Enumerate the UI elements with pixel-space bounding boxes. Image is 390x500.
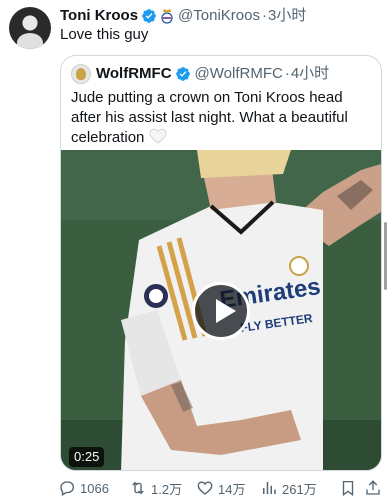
like-button[interactable]: 14万 bbox=[196, 479, 245, 498]
quoted-author-name: WolfRMFC bbox=[96, 65, 172, 82]
play-button[interactable] bbox=[192, 282, 250, 340]
views-bar-chart-icon bbox=[263, 482, 276, 494]
retweet-button[interactable]: 1.2万 bbox=[129, 479, 182, 498]
time-separator: · bbox=[261, 7, 267, 24]
author-name[interactable]: Toni Kroos bbox=[60, 6, 138, 26]
bookmark-button[interactable] bbox=[339, 479, 361, 497]
tweet-text: Love this guy bbox=[60, 26, 149, 43]
retweet-count: 1.2万 bbox=[151, 481, 183, 497]
heart-icon bbox=[197, 481, 213, 495]
retweet-icon bbox=[132, 481, 144, 495]
video-player[interactable]: Emirates FLY BETTER 0:25 bbox=[61, 150, 381, 470]
verified-badge-icon bbox=[142, 9, 156, 23]
view-count: 261万 bbox=[282, 481, 317, 497]
quoted-tweet-time: 4小时 bbox=[290, 65, 330, 82]
author-avatar[interactable] bbox=[9, 7, 51, 49]
quoted-tweet-text: Jude putting a crown on Toni Kroos head … bbox=[71, 88, 371, 148]
real-madrid-crest-icon bbox=[161, 9, 173, 24]
share-icon bbox=[366, 480, 380, 495]
white-heart-emoji-icon bbox=[149, 128, 166, 144]
quoted-tweet[interactable]: WolfRMFC @WolfRMFC · 4小时 Jude putting a … bbox=[60, 55, 382, 471]
tweet-header: Toni Kroos @ToniKroos · 3小时 bbox=[60, 6, 306, 26]
reply-count: 1066 bbox=[80, 480, 109, 496]
verified-badge-icon bbox=[175, 67, 190, 81]
share-button[interactable] bbox=[364, 479, 386, 497]
tweet-time[interactable]: 3小时 bbox=[268, 6, 306, 26]
tweet[interactable]: Toni Kroos @ToniKroos · 3小时 Love this gu… bbox=[0, 0, 390, 500]
quoted-tweet-text-content: Jude putting a crown on Toni Kroos head … bbox=[71, 89, 348, 146]
reply-icon bbox=[60, 481, 75, 496]
quoted-tweet-header: WolfRMFC @WolfRMFC · 4小时 bbox=[71, 64, 329, 84]
views-button[interactable]: 261万 bbox=[260, 479, 317, 498]
scrollbar-thumb[interactable] bbox=[384, 222, 387, 290]
video-duration: 0:25 bbox=[69, 447, 105, 467]
time-separator: · bbox=[284, 65, 290, 82]
quoted-author-avatar bbox=[71, 64, 91, 84]
bookmark-icon bbox=[342, 480, 354, 497]
reply-button[interactable]: 1066 bbox=[58, 479, 109, 497]
author-handle[interactable]: @ToniKroos bbox=[178, 6, 260, 26]
tweet-actions: 1066 1.2万 14万 261万 bbox=[56, 478, 386, 498]
quoted-author-handle: @WolfRMFC bbox=[194, 65, 283, 82]
like-count: 14万 bbox=[218, 481, 246, 497]
